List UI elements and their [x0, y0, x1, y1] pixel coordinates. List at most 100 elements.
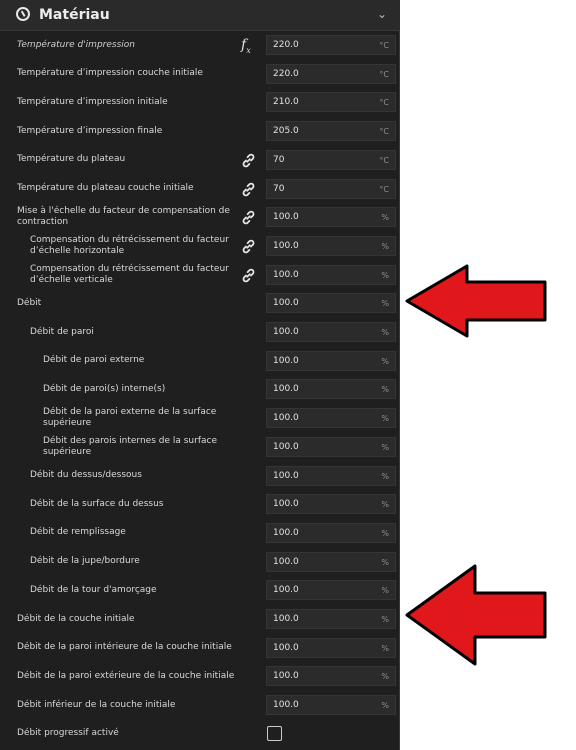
settings-panel: Matériau ⌄ Température d'impression fx 220… [0, 0, 400, 750]
value-text: 100.0 [273, 499, 299, 510]
setting-row: Débit du dessus/dessous 100.0% [0, 462, 400, 490]
setting-row: Débit 100.0% [0, 289, 400, 317]
unit-text: % [381, 241, 389, 251]
value-input[interactable]: 100.0% [266, 322, 396, 342]
setting-label: Mise à l'échelle du facteur de compensat… [17, 206, 230, 228]
value-input[interactable]: 100.0% [266, 264, 396, 285]
value-text: 205.0 [273, 126, 299, 137]
setting-label: Débit de paroi(s) interne(s) [43, 383, 166, 394]
setting-row: Débit de la paroi intérieure de la couch… [0, 634, 400, 662]
link-icon[interactable] [240, 238, 257, 255]
value-input[interactable]: 100.0% [266, 494, 396, 515]
setting-row: Débit de paroi 100.0% [0, 318, 400, 346]
unit-text: % [381, 442, 389, 452]
value-input[interactable]: 100.0% [266, 408, 396, 429]
value-input[interactable]: 100.0% [266, 695, 396, 716]
value-input[interactable]: 70 °C [266, 178, 396, 199]
unit-text: % [381, 299, 389, 309]
setting-label: Débit du dessus/dessous [30, 470, 142, 480]
unit-text: % [381, 414, 389, 424]
value-input[interactable]: 100.0% [266, 666, 396, 687]
setting-row: Débit de la jupe/bordure 100.0% [0, 548, 400, 576]
setting-row: Débit de la couche initiale 100.0% [0, 605, 400, 633]
value-input[interactable]: 100.0% [266, 293, 396, 314]
value-input[interactable]: 100.0% [266, 551, 396, 572]
material-icon [16, 7, 30, 21]
setting-row: Température du plateau 70 °C [0, 146, 400, 174]
setting-label: Température du plateau [17, 154, 126, 165]
unit-text: % [381, 500, 389, 510]
red-arrow-debit-couche-initiale [405, 564, 547, 666]
value-text: 100.0 [273, 212, 299, 223]
unit-text: % [381, 672, 389, 682]
value-input[interactable]: 100.0% [266, 235, 396, 256]
unit-text: % [381, 586, 389, 596]
setting-label: Débit de la surface du dessus [30, 498, 164, 509]
setting-label: Température d’impression initiale [17, 96, 168, 107]
value-input[interactable]: 100.0% [266, 465, 396, 486]
setting-row: Débit progressif activé [0, 720, 400, 748]
value-text: 100.0 [273, 384, 299, 395]
setting-label: Compensation du rétrécissement du facteu… [30, 234, 229, 256]
value-text: 210.0 [273, 97, 299, 108]
unit-text: °C [379, 98, 389, 108]
value-input[interactable]: 100.0% [266, 580, 396, 601]
value-input[interactable]: 100.0% [266, 522, 396, 543]
setting-label: Température d'impression [17, 39, 135, 50]
setting-row: Température d’impression initiale 210.0 °C [0, 88, 400, 116]
setting-label: Débit de la jupe/bordure [30, 556, 140, 567]
value-input[interactable]: 205.0 °C [266, 121, 396, 142]
value-input[interactable]: 220.0 °C [266, 35, 396, 55]
chevron-down-icon[interactable]: ⌄ [376, 8, 388, 20]
unit-text: % [381, 615, 389, 624]
value-text: 220.0 [273, 68, 299, 79]
link-icon[interactable] [240, 267, 257, 284]
link-icon[interactable] [240, 181, 257, 198]
value-input[interactable]: 100.0% [266, 350, 396, 371]
value-text: 70 [273, 183, 285, 194]
setting-row: Débit de la paroi externe de la surface … [0, 404, 400, 432]
progressive-flow-checkbox[interactable] [267, 725, 282, 741]
setting-label: Débit de remplissage [30, 527, 126, 538]
value-text: 100.0 [273, 614, 299, 624]
value-input[interactable]: 210.0 °C [266, 92, 396, 113]
setting-label: Débit de paroi [30, 326, 94, 337]
value-text: 100.0 [273, 327, 299, 337]
link-icon[interactable] [240, 152, 257, 169]
setting-row: Débit de paroi externe 100.0% [0, 347, 400, 375]
function-icon[interactable]: fx [241, 36, 259, 55]
value-input[interactable]: 220.0 °C [266, 63, 396, 84]
value-input[interactable]: 100.0% [266, 436, 396, 457]
value-input[interactable]: 100.0% [266, 207, 396, 228]
unit-text: °C [379, 155, 389, 165]
value-text: 100.0 [273, 441, 299, 452]
value-input[interactable]: 70 °C [266, 149, 396, 170]
value-text: 100.0 [273, 671, 299, 682]
setting-row: Débit des parois internes de la surface … [0, 433, 400, 461]
setting-row: Débit de remplissage 100.0% [0, 519, 400, 547]
unit-text: % [381, 213, 389, 223]
value-text: 220.0 [273, 40, 299, 50]
unit-text: °C [379, 127, 389, 137]
section-title: Matériau [39, 7, 110, 23]
setting-row: Débit de la paroi extérieure de la couch… [0, 662, 400, 690]
section-header-materiau[interactable]: Matériau ⌄ [0, 0, 400, 31]
link-icon[interactable] [240, 209, 257, 226]
value-input[interactable]: 100.0% [266, 637, 396, 658]
setting-label: Débit de paroi externe [43, 355, 145, 366]
setting-row: Température d'impression fx 220.0 °C [0, 31, 400, 59]
value-text: 70 [273, 154, 285, 165]
setting-row: Température du plateau couche initiale 70… [0, 175, 400, 203]
unit-text: °C [379, 41, 389, 50]
setting-row: Débit de paroi(s) interne(s) 100.0% [0, 375, 400, 403]
setting-row: Débit inférieur de la couche initiale 100… [0, 691, 400, 719]
setting-row: Compensation du rétrécissement du facteu… [0, 232, 400, 260]
value-input[interactable]: 100.0% [266, 609, 396, 629]
red-arrow-debit [405, 264, 547, 338]
value-input[interactable]: 100.0% [266, 379, 396, 400]
setting-row: Compensation du rétrécissement du facteu… [0, 261, 400, 289]
setting-label: Compensation du rétrécissement du facteu… [30, 263, 229, 285]
setting-row: Débit de la tour d'amorçage 100.0% [0, 576, 400, 604]
setting-label: Débit de la paroi extérieure de la couch… [17, 670, 235, 681]
setting-label: Débit [17, 297, 42, 308]
